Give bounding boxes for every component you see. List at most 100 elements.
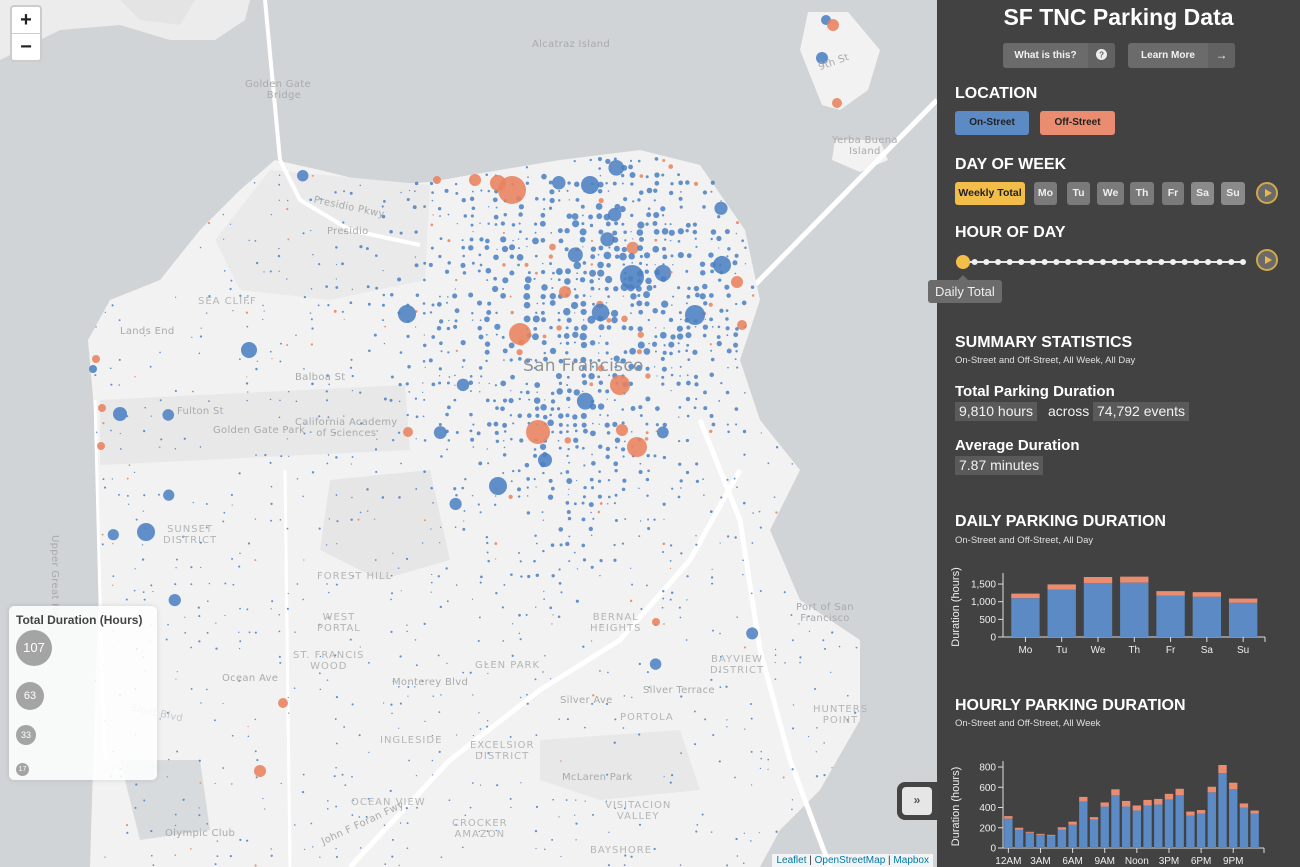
off-street-dot[interactable] — [598, 197, 604, 204]
on-street-dot[interactable] — [174, 813, 177, 816]
day-th[interactable]: Th — [1130, 182, 1154, 205]
on-street-dot[interactable] — [726, 535, 730, 538]
on-street-dot[interactable] — [487, 189, 491, 193]
on-street-dot[interactable] — [733, 477, 736, 480]
on-street-dot[interactable] — [573, 160, 576, 163]
on-street-dot[interactable] — [716, 340, 722, 347]
on-street-dot[interactable] — [677, 495, 681, 499]
on-street-dot[interactable] — [557, 334, 562, 338]
on-street-dot[interactable] — [454, 288, 456, 290]
on-street-dot[interactable] — [375, 470, 378, 474]
on-street-dot[interactable] — [359, 511, 362, 514]
on-street-dot[interactable] — [493, 421, 499, 427]
on-street-dot[interactable] — [709, 414, 714, 418]
on-street-dot[interactable] — [494, 430, 499, 435]
on-street-dot[interactable] — [279, 661, 282, 664]
day-su[interactable]: Su — [1221, 182, 1245, 205]
on-street-dot[interactable] — [485, 238, 490, 244]
on-street-dot[interactable] — [382, 269, 384, 272]
on-street-dot[interactable] — [278, 416, 281, 419]
on-street-dot[interactable] — [613, 741, 616, 744]
on-street-dot[interactable] — [605, 341, 609, 346]
on-street-dot[interactable] — [479, 581, 482, 584]
on-street-dot[interactable] — [645, 263, 648, 266]
on-street-dot[interactable] — [653, 454, 657, 458]
on-street-dot[interactable] — [495, 206, 498, 209]
on-street-dot[interactable] — [493, 399, 496, 403]
on-street-dot[interactable] — [503, 446, 506, 449]
on-street-dot[interactable] — [575, 839, 577, 841]
on-street-dot[interactable] — [342, 221, 345, 224]
on-street-dot[interactable] — [695, 397, 698, 401]
on-street-dot[interactable] — [448, 799, 451, 802]
slider-step[interactable] — [983, 259, 990, 265]
on-street-dot[interactable] — [365, 247, 369, 251]
on-street-dot[interactable] — [774, 678, 777, 681]
off-street-dot[interactable] — [597, 510, 601, 514]
on-street-dot[interactable] — [645, 584, 648, 587]
on-street-dot[interactable] — [630, 293, 637, 300]
on-street-dot[interactable] — [643, 348, 651, 355]
on-street-dot[interactable] — [288, 712, 290, 714]
on-street-dot[interactable] — [406, 197, 410, 202]
on-street-dot[interactable] — [128, 464, 131, 466]
on-street-dot[interactable] — [694, 237, 697, 240]
on-street-dot[interactable] — [735, 350, 738, 353]
on-street-dot[interactable] — [551, 574, 555, 578]
bar-su-off-street[interactable] — [1228, 598, 1258, 603]
bar-fr-on-street[interactable] — [1156, 595, 1185, 637]
off-street-dot[interactable] — [271, 357, 273, 360]
on-street-dot[interactable] — [415, 415, 419, 419]
on-street-dot[interactable] — [702, 324, 709, 330]
on-street-dot[interactable] — [334, 191, 337, 194]
on-street-dot[interactable] — [309, 312, 312, 314]
off-street-dot[interactable] — [97, 442, 105, 450]
on-street-dot[interactable] — [710, 678, 713, 681]
on-street-dot[interactable] — [759, 589, 762, 593]
bar-1pm-on-street[interactable] — [1143, 805, 1152, 848]
on-street-dot[interactable] — [253, 182, 256, 184]
on-street-dot[interactable] — [814, 688, 817, 691]
on-street-dot[interactable] — [662, 455, 667, 460]
on-street-dot[interactable] — [727, 366, 729, 369]
on-street-dot[interactable] — [535, 573, 540, 578]
on-street-dot[interactable] — [790, 614, 793, 617]
on-street-dot[interactable] — [549, 189, 555, 195]
osm-link[interactable]: OpenStreetMap — [815, 855, 886, 866]
on-street-dot[interactable] — [381, 496, 385, 499]
on-street-dot[interactable] — [709, 372, 715, 378]
on-street-dot[interactable] — [518, 230, 522, 234]
slider-step[interactable] — [1030, 259, 1036, 265]
on-street-dot[interactable] — [215, 622, 217, 624]
on-street-dot[interactable] — [159, 399, 162, 402]
on-street-dot[interactable] — [485, 267, 492, 274]
on-street-dot[interactable] — [438, 750, 441, 754]
on-street-dot[interactable] — [628, 164, 633, 170]
on-street-dot[interactable] — [637, 245, 644, 251]
off-street-dot[interactable] — [509, 323, 531, 345]
on-street-dot[interactable] — [439, 341, 443, 346]
on-street-dot[interactable] — [176, 750, 179, 753]
on-street-dot[interactable] — [326, 462, 329, 465]
on-street-dot[interactable] — [398, 382, 402, 387]
on-street-dot[interactable] — [143, 494, 146, 497]
on-street-dot[interactable] — [523, 293, 531, 300]
on-street-dot[interactable] — [652, 221, 658, 226]
on-street-dot[interactable] — [678, 462, 682, 466]
bar-9pm-on-street[interactable] — [1229, 789, 1238, 848]
on-street-dot[interactable] — [335, 583, 338, 586]
on-street-dot[interactable] — [613, 461, 619, 467]
collapse-panel-button[interactable]: » — [902, 787, 932, 815]
on-street-dot[interactable] — [736, 616, 738, 618]
on-street-dot[interactable] — [542, 471, 545, 475]
on-street-dot[interactable] — [671, 487, 674, 490]
on-street-dot[interactable] — [566, 384, 569, 387]
on-street-dot[interactable] — [449, 497, 462, 511]
on-street-dot[interactable] — [565, 500, 570, 505]
on-street-dot[interactable] — [629, 347, 637, 355]
on-street-dot[interactable] — [408, 391, 411, 393]
on-street-dot[interactable] — [775, 830, 778, 833]
on-street-dot[interactable] — [580, 308, 587, 316]
on-street-dot[interactable] — [456, 378, 470, 392]
on-street-dot[interactable] — [614, 221, 619, 226]
